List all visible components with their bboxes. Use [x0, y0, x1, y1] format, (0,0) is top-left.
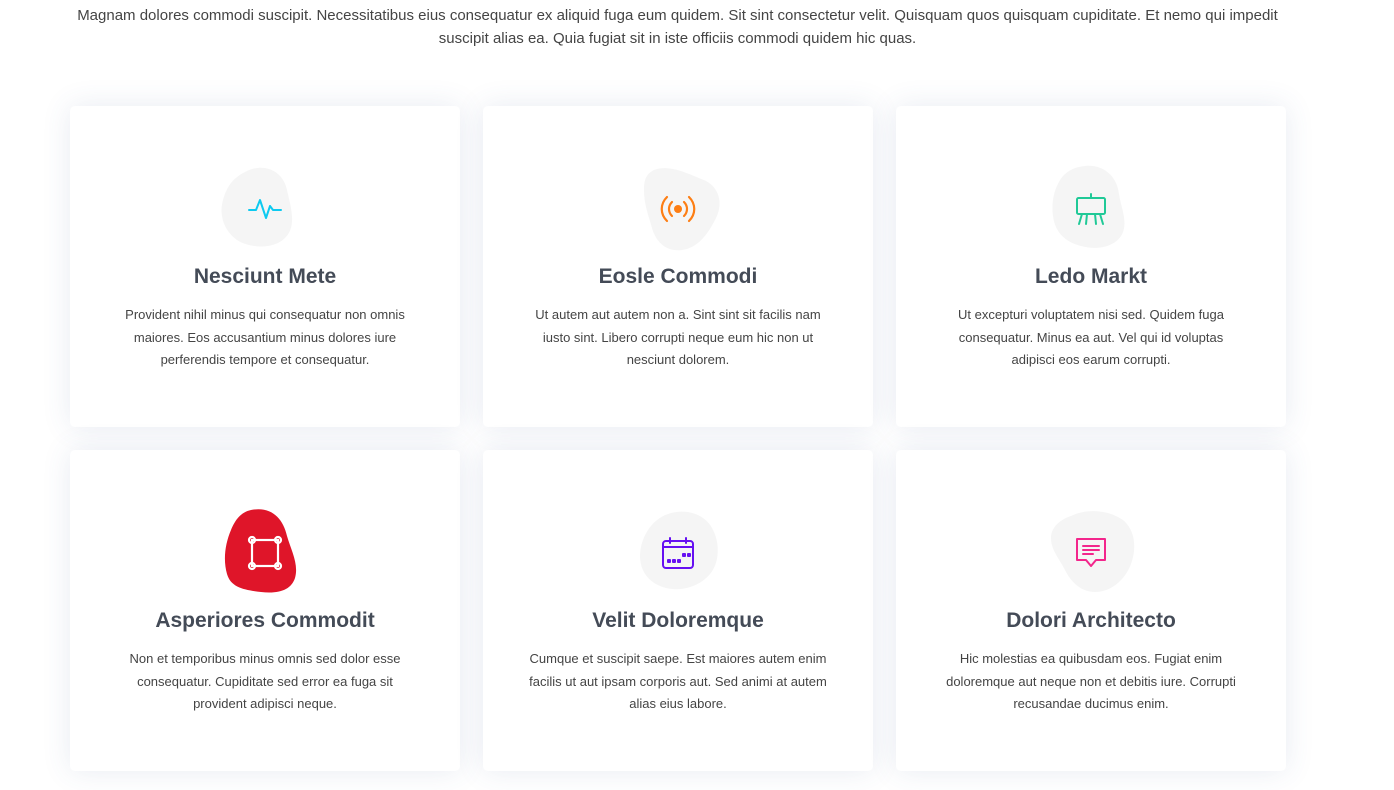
service-description: Ut autem aut autem non a. Sint sint sit … [535, 307, 821, 367]
service-description: Provident nihil minus qui consequatur no… [125, 307, 405, 367]
icon-blob [628, 164, 728, 254]
service-title[interactable]: Nesciunt Mete [70, 263, 460, 291]
icon-blob [1041, 164, 1141, 254]
service-description: Hic molestias ea quibusdam eos. Fugiat e… [946, 651, 1236, 711]
service-card-ledo-markt[interactable]: Ledo Markt Ut excepturi voluptatem nisi … [896, 106, 1286, 427]
service-description: Non et temporibus minus omnis sed dolor … [129, 651, 401, 711]
service-card-velit-doloremque[interactable]: Velit Doloremque Cumque et suscipit saep… [483, 450, 873, 771]
service-title[interactable]: Velit Doloremque [483, 607, 873, 635]
icon-blob [1041, 508, 1141, 598]
service-card-asperiores-commodit[interactable]: Asperiores Commodit Non et temporibus mi… [70, 450, 460, 771]
chat-square-text-icon [1076, 538, 1106, 567]
bounding-box-icon [247, 535, 283, 571]
service-card-dolori-architecto[interactable]: Dolori Architecto Hic molestias ea quibu… [896, 450, 1286, 771]
services-grid: Nesciunt Mete Provident nihil minus qui … [70, 106, 1286, 771]
service-title[interactable]: Eosle Commodi [483, 263, 873, 291]
service-card-nesciunt-mete[interactable]: Nesciunt Mete Provident nihil minus qui … [70, 106, 460, 427]
service-title[interactable]: Asperiores Commodit [70, 607, 460, 635]
icon-blob [628, 508, 728, 598]
easel-icon [1076, 193, 1106, 225]
service-title[interactable]: Dolori Architecto [896, 607, 1286, 635]
service-description: Ut excepturi voluptatem nisi sed. Quidem… [958, 307, 1224, 367]
calendar-icon [662, 537, 694, 569]
activity-icon [248, 199, 282, 219]
broadcast-icon [660, 195, 696, 223]
section-intro-text: Magnam dolores commodi suscipit. Necessi… [77, 7, 1278, 47]
icon-blob [215, 508, 315, 598]
service-card-eosle-commodi[interactable]: Eosle Commodi Ut autem aut autem non a. … [483, 106, 873, 427]
service-description: Cumque et suscipit saepe. Est maiores au… [529, 651, 827, 711]
service-title[interactable]: Ledo Markt [896, 263, 1286, 291]
icon-blob [215, 164, 315, 254]
